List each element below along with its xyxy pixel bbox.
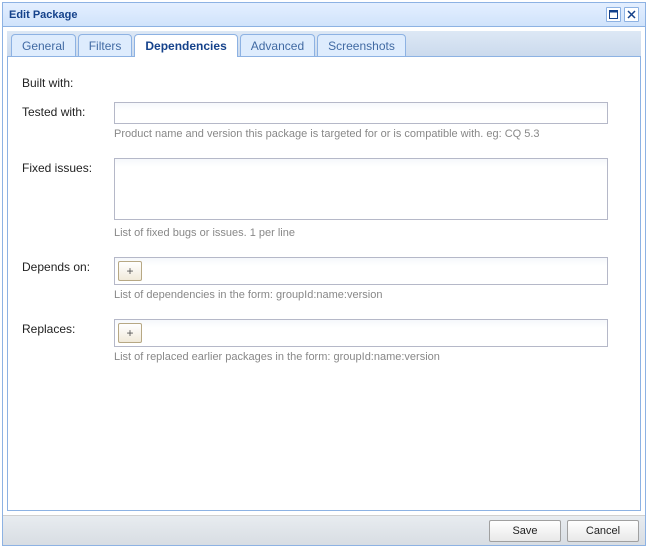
titlebar: Edit Package <box>3 3 645 27</box>
replaces-hint: List of replaced earlier packages in the… <box>114 351 626 363</box>
tab-dependencies[interactable]: Dependencies <box>134 34 237 57</box>
window-controls <box>606 7 639 22</box>
dialog-title: Edit Package <box>9 9 77 21</box>
tabstrip: General Filters Dependencies Advanced Sc… <box>7 31 641 57</box>
tab-advanced[interactable]: Advanced <box>240 34 315 56</box>
replaces-box: + <box>114 319 608 347</box>
tested-with-label: Tested with: <box>22 102 114 154</box>
built-with-label: Built with: <box>22 73 114 90</box>
fixed-issues-hint: List of fixed bugs or issues. 1 per line <box>114 227 626 239</box>
plus-icon: + <box>126 327 133 339</box>
depends-on-label: Depends on: <box>22 257 114 315</box>
plus-icon: + <box>126 265 133 277</box>
tab-general[interactable]: General <box>11 34 76 56</box>
edit-package-dialog: Edit Package General Filters Dependencie… <box>2 2 646 546</box>
tested-with-hint: Product name and version this package is… <box>114 128 626 140</box>
field-replaces: Replaces: + List of replaced earlier pac… <box>22 319 626 377</box>
depends-on-add-button[interactable]: + <box>118 261 142 281</box>
dialog-body: General Filters Dependencies Advanced Sc… <box>3 27 645 515</box>
tested-with-input[interactable] <box>114 102 608 124</box>
field-built-with: Built with: <box>22 73 626 90</box>
maximize-button[interactable] <box>606 7 621 22</box>
replaces-label: Replaces: <box>22 319 114 377</box>
field-tested-with: Tested with: Product name and version th… <box>22 102 626 154</box>
built-with-value <box>114 73 626 90</box>
tab-screenshots[interactable]: Screenshots <box>317 34 406 56</box>
save-button[interactable]: Save <box>489 520 561 542</box>
close-button[interactable] <box>624 7 639 22</box>
depends-on-hint: List of dependencies in the form: groupI… <box>114 289 626 301</box>
dependencies-panel: Built with: Tested with: Product name an… <box>7 57 641 511</box>
replaces-add-button[interactable]: + <box>118 323 142 343</box>
field-fixed-issues: Fixed issues: List of fixed bugs or issu… <box>22 158 626 253</box>
depends-on-box: + <box>114 257 608 285</box>
field-depends-on: Depends on: + List of dependencies in th… <box>22 257 626 315</box>
dialog-footer: Save Cancel <box>3 515 645 545</box>
tab-filters[interactable]: Filters <box>78 34 133 56</box>
fixed-issues-label: Fixed issues: <box>22 158 114 253</box>
cancel-button[interactable]: Cancel <box>567 520 639 542</box>
fixed-issues-textarea[interactable] <box>114 158 608 220</box>
